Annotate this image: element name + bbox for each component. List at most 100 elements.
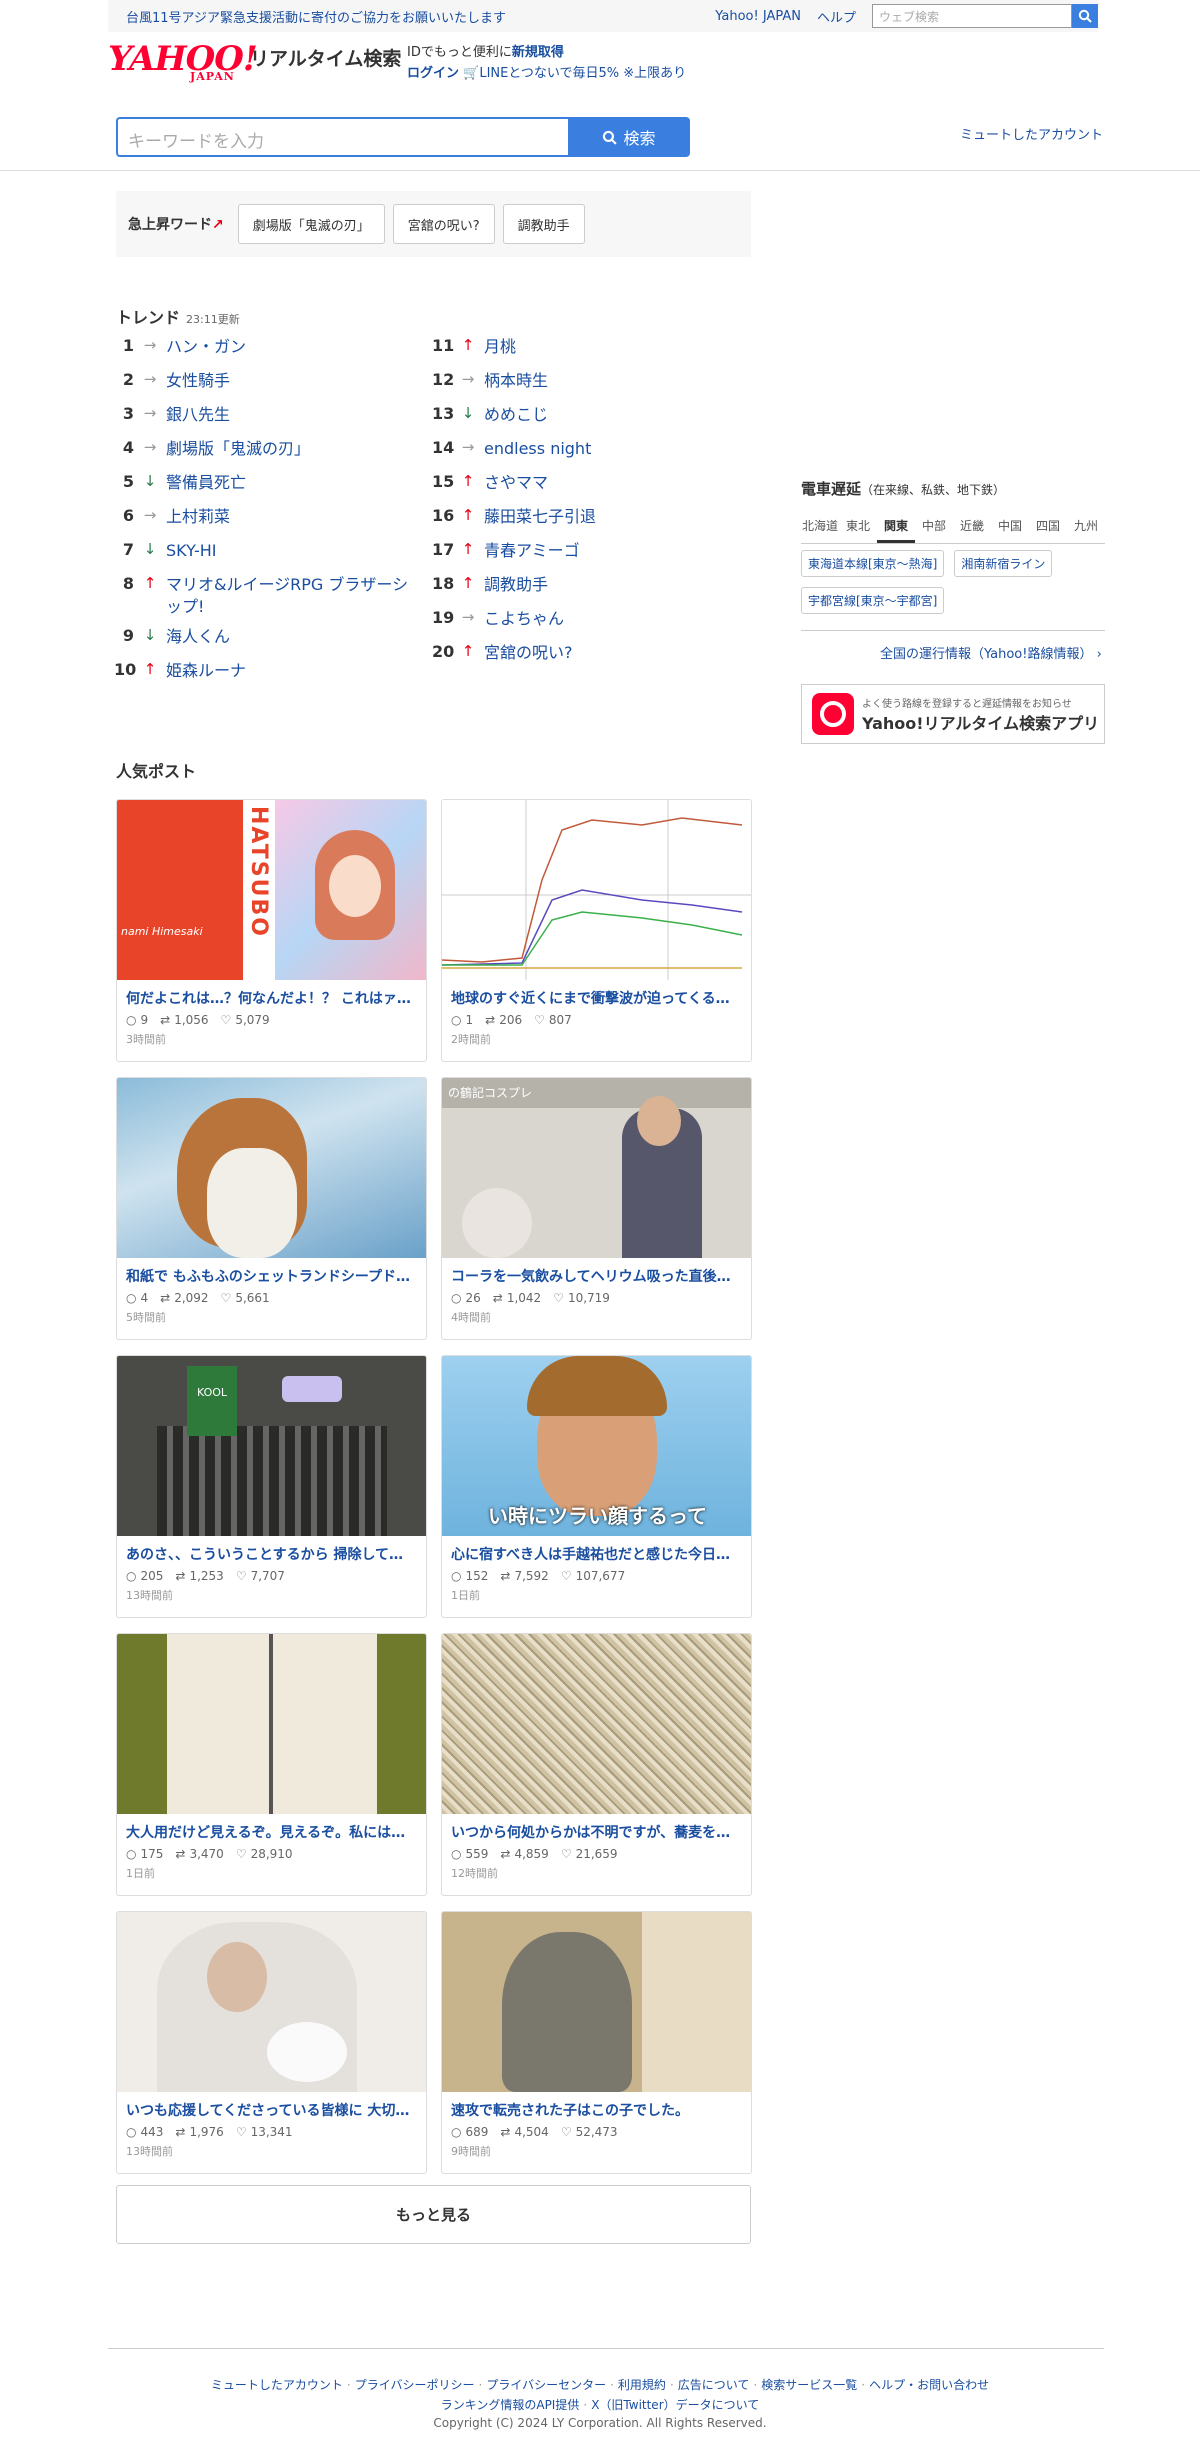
yahoo-logo[interactable]: YAHOO! JAPAN リアルタイム検索 (108, 40, 401, 83)
login-link[interactable]: ログイン (407, 66, 459, 81)
trend-word-link[interactable]: 調教助手 (484, 574, 742, 596)
post-image[interactable]: HATSUBO nami Himesaki (117, 800, 426, 980)
rising-word-chip[interactable]: 調教助手 (502, 204, 585, 244)
post-image[interactable] (117, 1634, 426, 1814)
trend-item[interactable]: 20 ↑ 宮舘の呪い? (432, 642, 742, 676)
trend-item[interactable]: 19 → こよちゃん (432, 608, 742, 642)
trend-word-link[interactable]: 月桃 (484, 336, 742, 358)
trend-item[interactable]: 14 → endless night (432, 438, 742, 472)
trend-item[interactable]: 1 → ハン・ガン (114, 336, 424, 370)
post-text[interactable]: いつから何処からかは不明ですが、蕎麦を… (442, 1814, 751, 1842)
post-card[interactable]: いつから何処からかは不明ですが、蕎麦を… ○ 559 ⇄ 4,859 ♡ 21,659 12時… (441, 1633, 752, 1896)
footer-link[interactable]: X（旧Twitter）データについて (591, 2398, 759, 2412)
trend-item[interactable]: 5 ↓ 警備員死亡 (114, 472, 424, 506)
post-card[interactable]: い時にツラい顔するって 心に宿すべき人は手越祐也だと感じた今日… ○ 152 ⇄ 7,59… (441, 1355, 752, 1618)
post-card[interactable]: いつも応援してくださっている皆様に 大切… ○ 443 ⇄ 1,976 ♡ 13,341 13… (116, 1911, 427, 2174)
more-button[interactable]: もっと見る (116, 2185, 751, 2244)
post-image[interactable]: い時にツラい顔するって (442, 1356, 751, 1536)
trend-item[interactable]: 10 ↑ 姫森ルーナ (114, 660, 424, 694)
post-text[interactable]: 心に宿すべき人は手越祐也だと感じた今日… (442, 1536, 751, 1564)
yahoo-japan-link[interactable]: Yahoo! JAPAN (715, 9, 801, 24)
post-card[interactable]: 大人用だけど見えるぞ。見えるぞ。私には… ○ 175 ⇄ 3,470 ♡ 28,910 1日前 (116, 1633, 427, 1896)
train-info-link[interactable]: 全国の運行情報（Yahoo!路線情報） › (880, 643, 1102, 662)
trend-item[interactable]: 6 → 上村莉菜 (114, 506, 424, 540)
trend-word-link[interactable]: 青春アミーゴ (484, 540, 742, 562)
trend-word-link[interactable]: 姫森ルーナ (166, 660, 424, 682)
trend-word-link[interactable]: 藤田菜七子引退 (484, 506, 742, 528)
post-card[interactable]: の鶴記コスプレ コーラを一気飲みしてヘリウム吸った直後… ○ 26 ⇄ 1,042 ♡ 10… (441, 1077, 752, 1340)
trend-word-link[interactable]: endless night (484, 438, 742, 460)
trend-item[interactable]: 3 → 銀八先生 (114, 404, 424, 438)
trend-item[interactable]: 18 ↑ 調教助手 (432, 574, 742, 608)
footer-link[interactable]: 検索サービス一覧 (761, 2378, 857, 2392)
post-text[interactable]: 和紙で もふもふのシェットランドシープド… (117, 1258, 426, 1286)
post-card[interactable]: 地球のすぐ近くにまで衝撃波が迫ってくる… ○ 1 ⇄ 206 ♡ 807 2時間前 (441, 799, 752, 1062)
footer-link[interactable]: プライバシーセンター (486, 2378, 606, 2392)
trend-item[interactable]: 4 → 劇場版「鬼滅の刃」 (114, 438, 424, 472)
post-image[interactable] (117, 1078, 426, 1258)
footer-link[interactable]: ミュートしたアカウント (211, 2378, 343, 2392)
post-text[interactable]: 速攻で転売された子はこの子でした。 (442, 2092, 751, 2120)
footer-link[interactable]: プライバシーポリシー (355, 2378, 475, 2392)
trend-item[interactable]: 7 ↓ SKY-HI (114, 540, 424, 574)
trend-word-link[interactable]: こよちゃん (484, 608, 742, 630)
trend-item[interactable]: 11 ↑ 月桃 (432, 336, 742, 370)
post-image[interactable]: の鶴記コスプレ (442, 1078, 751, 1258)
footer-link[interactable]: 広告について (678, 2378, 750, 2392)
region-tab[interactable]: 北海道 (801, 513, 839, 543)
trend-item[interactable]: 13 ↓ めめこじ (432, 404, 742, 438)
footer-link[interactable]: ヘルプ・お問い合わせ (869, 2378, 989, 2392)
trend-item[interactable]: 15 ↑ さやママ (432, 472, 742, 506)
post-text[interactable]: あのさ、、こういうことするから 掃除して… (117, 1536, 426, 1564)
keyword-input[interactable]: キーワードを入力 (116, 117, 568, 157)
trend-word-link[interactable]: 海人くん (166, 626, 424, 648)
trend-word-link[interactable]: 柄本時生 (484, 370, 742, 392)
trend-word-link[interactable]: SKY-HI (166, 540, 424, 562)
trend-word-link[interactable]: 劇場版「鬼滅の刃」 (166, 438, 424, 460)
footer-link[interactable]: ランキング情報のAPI提供 (441, 2398, 580, 2412)
footer-link[interactable]: 利用規約 (618, 2378, 666, 2392)
trend-item[interactable]: 16 ↑ 藤田菜七子引退 (432, 506, 742, 540)
rising-word-chip[interactable]: 宮舘の呪い? (392, 204, 495, 244)
post-image[interactable] (442, 1912, 751, 2092)
post-card[interactable]: KOOL あのさ、、こういうことするから 掃除して… ○ 205 ⇄ 1,253 ♡ 7,7… (116, 1355, 427, 1618)
region-tab[interactable]: 中部 (915, 513, 953, 543)
post-card[interactable]: 速攻で転売された子はこの子でした。 ○ 689 ⇄ 4,504 ♡ 52,473 9時間前 (441, 1911, 752, 2174)
region-tab[interactable]: 四国 (1029, 513, 1067, 543)
post-text[interactable]: 何だよこれは…？何なんだよ！？ これはァ… (117, 980, 426, 1008)
post-text[interactable]: コーラを一気飲みしてヘリウム吸った直後… (442, 1258, 751, 1286)
signup-link[interactable]: 新規取得 (512, 45, 564, 60)
trend-word-link[interactable]: 警備員死亡 (166, 472, 424, 494)
post-card[interactable]: HATSUBO nami Himesaki 何だよこれは…？何なんだよ！？ これは… (116, 799, 427, 1062)
trend-word-link[interactable]: さやママ (484, 472, 742, 494)
trend-word-link[interactable]: 宮舘の呪い? (484, 642, 742, 664)
post-image[interactable] (117, 1912, 426, 2092)
line-promo-link[interactable]: LINEとつないで毎日5% ※上限あり (479, 66, 686, 81)
post-text[interactable]: いつも応援してくださっている皆様に 大切… (117, 2092, 426, 2120)
trend-word-link[interactable]: 女性騎手 (166, 370, 424, 392)
post-text[interactable]: 大人用だけど見えるぞ。見えるぞ。私には… (117, 1814, 426, 1842)
post-image[interactable]: KOOL (117, 1356, 426, 1536)
trend-item[interactable]: 9 ↓ 海人くん (114, 626, 424, 660)
trend-word-link[interactable]: 上村莉菜 (166, 506, 424, 528)
delayed-line-link[interactable]: 宇都宮線[東京〜宇都宮] (801, 587, 945, 614)
region-tab[interactable]: 近畿 (953, 513, 991, 543)
trend-word-link[interactable]: マリオ&ルイージRPG ブラザーシップ! (166, 574, 424, 618)
post-card[interactable]: 和紙で もふもふのシェットランドシープド… ○ 4 ⇄ 2,092 ♡ 5,661 5時間前 (116, 1077, 427, 1340)
delayed-line-link[interactable]: 湘南新宿ライン (954, 550, 1053, 577)
search-button[interactable]: 検索 (568, 117, 690, 157)
trend-item[interactable]: 17 ↑ 青春アミーゴ (432, 540, 742, 574)
region-tab[interactable]: 九州 (1067, 513, 1105, 543)
trend-item[interactable]: 2 → 女性騎手 (114, 370, 424, 404)
muted-accounts-link[interactable]: ミュートしたアカウント (960, 124, 1103, 143)
post-image[interactable] (442, 1634, 751, 1814)
donation-notice-link[interactable]: 台風11号アジア緊急支援活動に寄付のご協力をお願いいたします (126, 7, 506, 26)
delayed-line-link[interactable]: 東海道本線[東京〜熱海] (801, 550, 945, 577)
post-image[interactable] (442, 800, 751, 980)
region-tab[interactable]: 中国 (991, 513, 1029, 543)
help-link[interactable]: ヘルプ (817, 7, 856, 26)
trend-word-link[interactable]: めめこじ (484, 404, 742, 426)
region-tab[interactable]: 関東 (877, 513, 915, 543)
trend-word-link[interactable]: 銀八先生 (166, 404, 424, 426)
web-search-button[interactable] (1072, 4, 1098, 28)
